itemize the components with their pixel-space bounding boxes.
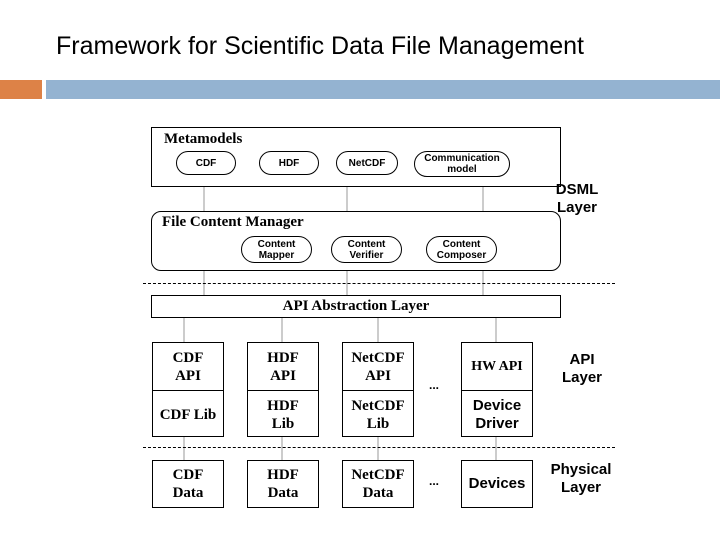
metamodel-cdf: CDF (176, 151, 236, 175)
hw-api: HW API (462, 343, 532, 391)
api-ellipsis: ... (429, 378, 440, 392)
metamodel-hdf: HDF (259, 151, 319, 175)
api-stack-hdf: HDF API HDF Lib (247, 342, 319, 437)
physical-hdf-data: HDF Data (247, 460, 319, 508)
physical-netcdf-data: NetCDF Data (342, 460, 414, 508)
api-stack-cdf: CDF API CDF Lib (152, 342, 224, 437)
physical-cdf-data: CDF Data (152, 460, 224, 508)
netcdf-lib: NetCDF Lib (351, 397, 405, 432)
api-abstraction-layer-box: API Abstraction Layer (151, 295, 561, 318)
content-composer: Content Composer (426, 236, 497, 263)
hdf-api: HDF API (248, 343, 318, 391)
physical-devices: Devices (461, 460, 533, 508)
layer-label-physical: Physical Layer (550, 461, 612, 496)
physical-ellipsis: ... (429, 474, 440, 488)
netcdf-api: NetCDF API (343, 343, 413, 391)
cdf-api: CDF API (153, 343, 223, 391)
layer-divider-dsml-api (143, 283, 615, 284)
api-stack-netcdf: NetCDF API NetCDF Lib (342, 342, 414, 437)
hdf-lib: HDF Lib (267, 397, 299, 432)
layer-label-api: API Layer (561, 351, 603, 386)
device-driver: Device Driver (472, 396, 522, 432)
content-mapper: Content Mapper (241, 236, 312, 263)
layer-label-dsml: DSML Layer (555, 181, 599, 216)
cdf-lib: CDF Lib (159, 406, 217, 423)
api-stack-hw: HW API Device Driver (461, 342, 533, 437)
file-content-manager-title: File Content Manager (162, 214, 304, 230)
api-abstraction-layer-title: API Abstraction Layer (282, 298, 430, 314)
metamodels-title: Metamodels (164, 131, 243, 147)
metamodel-netcdf: NetCDF (336, 151, 398, 175)
layer-divider-api-physical (143, 447, 615, 448)
content-verifier: Content Verifier (331, 236, 402, 263)
metamodel-communication-model: Communication model (414, 151, 510, 177)
